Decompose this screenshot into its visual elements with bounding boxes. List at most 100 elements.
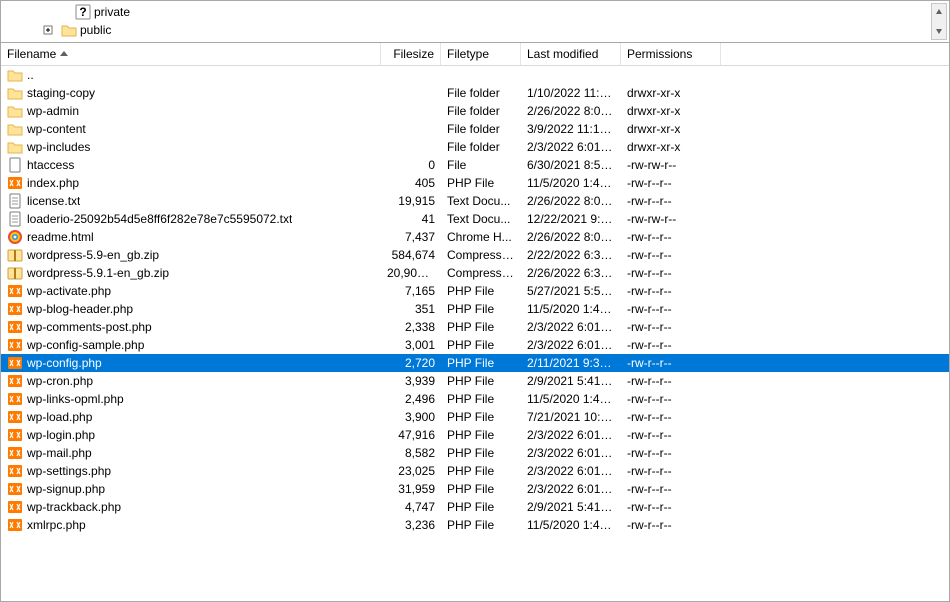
tree-item-private[interactable]: private bbox=[61, 3, 949, 21]
filename-text: wordpress-5.9-en_gb.zip bbox=[27, 246, 159, 264]
cell-filesize: 2,496 bbox=[381, 390, 441, 408]
cell-filetype: PHP File bbox=[441, 318, 521, 336]
col-header-filename[interactable]: Filename bbox=[1, 43, 381, 65]
tree-item-public[interactable]: public bbox=[43, 21, 949, 39]
file-row[interactable]: wp-comments-post.php2,338PHP File2/3/202… bbox=[1, 318, 949, 336]
zip-icon bbox=[7, 247, 23, 263]
cell-permissions: -rw-r--r-- bbox=[621, 498, 721, 516]
cell-filename: wp-blog-header.php bbox=[1, 300, 381, 318]
php-icon bbox=[7, 427, 23, 443]
cell-permissions: -rw-r--r-- bbox=[621, 246, 721, 264]
file-row[interactable]: wp-settings.php23,025PHP File2/3/2022 6:… bbox=[1, 462, 949, 480]
remote-tree-pane[interactable]: private public bbox=[1, 1, 949, 43]
file-row[interactable]: xmlrpc.php3,236PHP File11/5/2020 1:42:..… bbox=[1, 516, 949, 534]
filename-text: wp-comments-post.php bbox=[27, 318, 152, 336]
file-row[interactable]: wp-activate.php7,165PHP File5/27/2021 5:… bbox=[1, 282, 949, 300]
file-row[interactable]: wp-mail.php8,582PHP File2/3/2022 6:01:4.… bbox=[1, 444, 949, 462]
cell-permissions: drwxr-xr-x bbox=[621, 102, 721, 120]
php-icon bbox=[7, 409, 23, 425]
file-row[interactable]: license.txt19,915Text Docu...2/26/2022 8… bbox=[1, 192, 949, 210]
tree-expand-toggle[interactable] bbox=[43, 25, 55, 35]
file-row[interactable]: wp-adminFile folder2/26/2022 8:04:...drw… bbox=[1, 102, 949, 120]
cell-permissions: -rw-r--r-- bbox=[621, 264, 721, 282]
scroll-down-icon[interactable] bbox=[932, 23, 946, 39]
file-row[interactable]: staging-copyFile folder1/10/2022 11:4...… bbox=[1, 84, 949, 102]
file-row[interactable]: wp-trackback.php4,747PHP File2/9/2021 5:… bbox=[1, 498, 949, 516]
file-manager-window: private public Filename Filesize Filetyp… bbox=[0, 0, 950, 602]
php-icon bbox=[7, 175, 23, 191]
php-icon bbox=[7, 319, 23, 335]
cell-modified: 11/5/2020 1:42:... bbox=[521, 300, 621, 318]
file-row[interactable]: wp-config-sample.php3,001PHP File2/3/202… bbox=[1, 336, 949, 354]
file-row[interactable]: loaderio-25092b54d5e8ff6f282e78e7c559507… bbox=[1, 210, 949, 228]
cell-filename: .. bbox=[1, 66, 381, 84]
file-row[interactable]: .. bbox=[1, 66, 949, 84]
cell-filename: wp-trackback.php bbox=[1, 498, 381, 516]
tree-scrollbar[interactable] bbox=[931, 3, 947, 40]
col-header-permissions[interactable]: Permissions bbox=[621, 43, 721, 65]
zip-icon bbox=[7, 265, 23, 281]
filename-text: htaccess bbox=[27, 156, 74, 174]
file-row[interactable]: wordpress-5.9.1-en_gb.zip20,904,423Compr… bbox=[1, 264, 949, 282]
cell-filetype: Compresse... bbox=[441, 246, 521, 264]
file-row[interactable]: wordpress-5.9-en_gb.zip584,674Compresse.… bbox=[1, 246, 949, 264]
cell-filetype: PHP File bbox=[441, 480, 521, 498]
php-icon bbox=[7, 283, 23, 299]
cell-filesize: 41 bbox=[381, 210, 441, 228]
cell-modified: 6/30/2021 8:57:... bbox=[521, 156, 621, 174]
cell-filetype: PHP File bbox=[441, 426, 521, 444]
filename-text: wp-signup.php bbox=[27, 480, 105, 498]
cell-filesize: 405 bbox=[381, 174, 441, 192]
file-row[interactable]: wp-includesFile folder2/3/2022 6:01:4...… bbox=[1, 138, 949, 156]
file-row[interactable]: wp-blog-header.php351PHP File11/5/2020 1… bbox=[1, 300, 949, 318]
cell-filename: wp-content bbox=[1, 120, 381, 138]
cell-filetype: File bbox=[441, 156, 521, 174]
file-row[interactable]: wp-links-opml.php2,496PHP File11/5/2020 … bbox=[1, 390, 949, 408]
cell-modified: 2/26/2022 8:04:... bbox=[521, 228, 621, 246]
cell-permissions: -rw-r--r-- bbox=[621, 192, 721, 210]
filename-text: wp-content bbox=[27, 120, 86, 138]
cell-modified: 11/5/2020 1:42:... bbox=[521, 516, 621, 534]
cell-filetype: PHP File bbox=[441, 354, 521, 372]
file-row[interactable]: index.php405PHP File11/5/2020 1:42:...-r… bbox=[1, 174, 949, 192]
cell-filename: wp-signup.php bbox=[1, 480, 381, 498]
file-row[interactable]: htaccess0File6/30/2021 8:57:...-rw-rw-r-… bbox=[1, 156, 949, 174]
folder-icon bbox=[7, 139, 23, 155]
file-rows[interactable]: ..staging-copyFile folder1/10/2022 11:4.… bbox=[1, 66, 949, 601]
cell-permissions: -rw-r--r-- bbox=[621, 372, 721, 390]
filename-text: license.txt bbox=[27, 192, 80, 210]
cell-filesize: 19,915 bbox=[381, 192, 441, 210]
filename-text: xmlrpc.php bbox=[27, 516, 86, 534]
cell-filename: wp-includes bbox=[1, 138, 381, 156]
php-icon bbox=[7, 517, 23, 533]
filename-text: loaderio-25092b54d5e8ff6f282e78e7c559507… bbox=[27, 210, 292, 228]
col-header-filetype[interactable]: Filetype bbox=[441, 43, 521, 65]
scroll-up-icon[interactable] bbox=[932, 4, 946, 20]
file-row[interactable]: wp-signup.php31,959PHP File2/3/2022 6:01… bbox=[1, 480, 949, 498]
cell-filesize: 47,916 bbox=[381, 426, 441, 444]
cell-filename: wordpress-5.9-en_gb.zip bbox=[1, 246, 381, 264]
file-row[interactable]: wp-contentFile folder3/9/2022 11:19:...d… bbox=[1, 120, 949, 138]
cell-modified: 2/3/2022 6:01:4... bbox=[521, 480, 621, 498]
file-row[interactable]: wp-cron.php3,939PHP File2/9/2021 5:41:2.… bbox=[1, 372, 949, 390]
file-icon bbox=[7, 157, 23, 173]
cell-permissions: -rw-r--r-- bbox=[621, 444, 721, 462]
cell-permissions: -rw-r--r-- bbox=[621, 516, 721, 534]
col-header-modified[interactable]: Last modified bbox=[521, 43, 621, 65]
filename-text: wp-activate.php bbox=[27, 282, 111, 300]
file-row[interactable]: wp-load.php3,900PHP File7/21/2021 10:0..… bbox=[1, 408, 949, 426]
file-row[interactable]: readme.html7,437Chrome H...2/26/2022 8:0… bbox=[1, 228, 949, 246]
cell-filetype: Text Docu... bbox=[441, 210, 521, 228]
cell-permissions: -rw-r--r-- bbox=[621, 174, 721, 192]
col-header-filesize[interactable]: Filesize bbox=[381, 43, 441, 65]
file-row[interactable]: wp-login.php47,916PHP File2/3/2022 6:01:… bbox=[1, 426, 949, 444]
cell-filetype: File folder bbox=[441, 84, 521, 102]
filename-text: wp-blog-header.php bbox=[27, 300, 133, 318]
cell-permissions: -rw-r--r-- bbox=[621, 228, 721, 246]
file-row[interactable]: wp-config.php2,720PHP File2/11/2021 9:32… bbox=[1, 354, 949, 372]
cell-filename: wp-login.php bbox=[1, 426, 381, 444]
cell-permissions: drwxr-xr-x bbox=[621, 84, 721, 102]
filename-text: wp-trackback.php bbox=[27, 498, 121, 516]
txt-icon bbox=[7, 211, 23, 227]
cell-filesize: 8,582 bbox=[381, 444, 441, 462]
